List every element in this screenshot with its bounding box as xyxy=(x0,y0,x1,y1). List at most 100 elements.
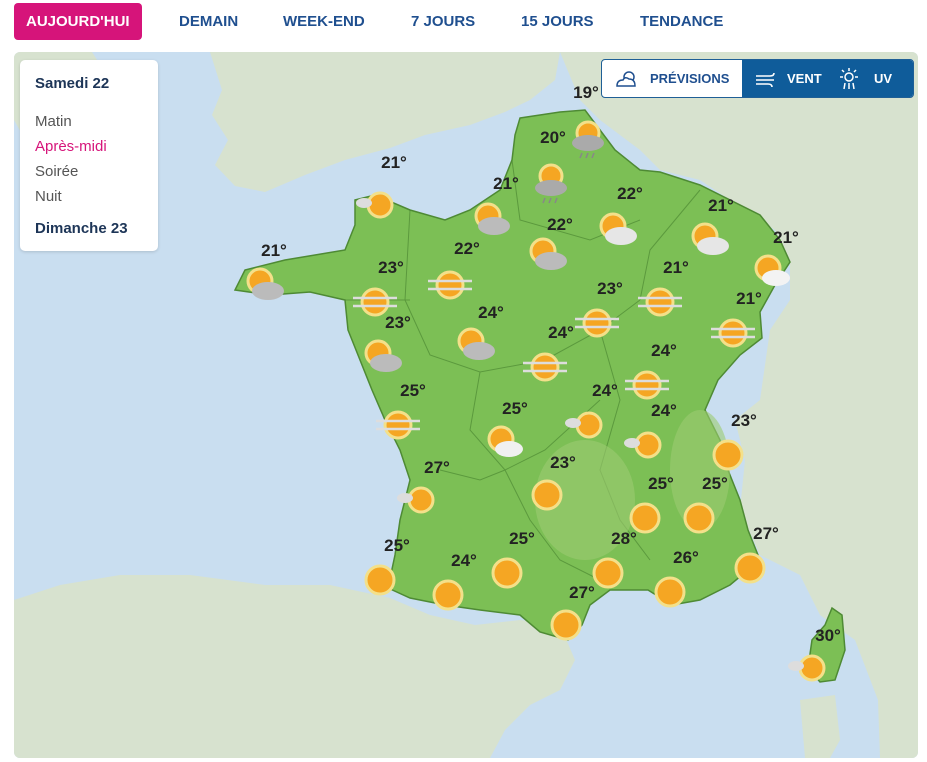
city-marker[interactable]: 22° xyxy=(428,239,480,300)
sun-small-cloud-icon xyxy=(397,486,435,514)
sun-icon xyxy=(364,564,396,596)
city-temp: 24° xyxy=(451,551,477,570)
period-nuit[interactable]: Nuit xyxy=(35,188,62,205)
sun-cloud-icon xyxy=(364,339,402,372)
tab-week-end[interactable]: WEEK-END xyxy=(283,3,365,40)
tab-7-jours[interactable]: 7 JOURS xyxy=(411,3,475,40)
city-marker[interactable]: 25° xyxy=(683,474,728,534)
city-marker[interactable]: 23° xyxy=(712,411,757,471)
sun-icon xyxy=(432,579,464,611)
city-marker[interactable]: 24° xyxy=(624,401,677,459)
sun-cloud-icon xyxy=(246,267,284,300)
city-marker[interactable]: 25° xyxy=(491,529,535,589)
tab-15-jours[interactable]: 15 JOURS xyxy=(521,3,594,40)
day-label: Samedi 22 xyxy=(35,75,110,92)
sun-rays-icon xyxy=(840,68,858,90)
city-marker[interactable]: 27° xyxy=(550,583,595,641)
sun-small-cloud-icon xyxy=(356,191,394,219)
city-marker[interactable]: 25° xyxy=(364,536,410,596)
city-temp: 23° xyxy=(385,313,411,332)
city-temp: 28° xyxy=(611,529,637,548)
city-marker[interactable]: 24° xyxy=(457,303,504,360)
city-marker[interactable]: 30° xyxy=(788,626,841,682)
previsions-button[interactable]: PRÉVISIONS xyxy=(602,60,742,97)
city-marker[interactable]: 24° xyxy=(432,551,477,611)
sun-fog-icon xyxy=(523,352,567,382)
city-marker[interactable]: 23° xyxy=(575,279,623,338)
city-marker[interactable]: 21° xyxy=(356,153,407,219)
city-temp: 23° xyxy=(731,411,757,430)
city-marker[interactable]: 24° xyxy=(565,381,618,439)
sun-cloud-icon xyxy=(616,71,636,87)
city-temp: 23° xyxy=(378,258,404,277)
city-marker[interactable]: 25° xyxy=(487,399,528,457)
land-sardinia xyxy=(800,695,840,758)
city-marker[interactable]: 24° xyxy=(625,341,677,400)
city-temp: 27° xyxy=(753,524,779,543)
city-temp: 19° xyxy=(573,83,599,102)
city-marker[interactable]: 22° xyxy=(599,184,643,245)
city-temp: 25° xyxy=(702,474,728,493)
city-temp: 21° xyxy=(381,153,407,172)
city-temp: 25° xyxy=(509,529,535,548)
city-marker[interactable]: 24° xyxy=(523,323,574,382)
sun-small-cloud-icon xyxy=(565,411,603,439)
city-marker[interactable]: 23° xyxy=(353,258,404,317)
sun-icon xyxy=(734,552,766,584)
uv-button[interactable]: UV xyxy=(830,60,913,97)
city-marker[interactable]: 26° xyxy=(654,548,699,608)
city-marker[interactable]: 21° xyxy=(754,228,799,286)
city-temp: 24° xyxy=(592,381,618,400)
city-temp: 23° xyxy=(597,279,623,298)
city-marker[interactable]: 21° xyxy=(474,174,519,235)
period-soiree[interactable]: Soirée xyxy=(35,163,78,180)
sun-fog-icon xyxy=(711,318,755,348)
city-marker[interactable]: 19° xyxy=(572,83,604,159)
city-temp: 25° xyxy=(648,474,674,493)
city-marker[interactable]: 21° xyxy=(711,289,762,348)
city-temp: 22° xyxy=(617,184,643,203)
city-temp: 21° xyxy=(773,228,799,247)
sun-icon xyxy=(654,576,686,608)
sun-icon xyxy=(531,479,563,511)
city-marker[interactable]: 27° xyxy=(734,524,779,584)
layer-toggle: PRÉVISIONS VENT UV xyxy=(601,59,914,98)
city-marker[interactable]: 21° xyxy=(638,258,689,317)
tab-tendance[interactable]: TENDANCE xyxy=(640,3,723,40)
city-marker[interactable]: 20° xyxy=(535,128,567,204)
sun-cloud-icon xyxy=(599,212,637,245)
city-marker[interactable]: 21° xyxy=(691,196,734,255)
day-label-next[interactable]: Dimanche 23 xyxy=(35,220,128,237)
sun-small-cloud-icon xyxy=(788,654,826,682)
tab-demain[interactable]: DEMAIN xyxy=(179,3,238,40)
sun-icon xyxy=(683,502,715,534)
city-temp: 24° xyxy=(651,341,677,360)
tab-aujourdhui[interactable]: AUJOURD'HUI xyxy=(14,3,142,40)
city-temp: 25° xyxy=(502,399,528,418)
city-marker[interactable]: 25° xyxy=(376,381,426,440)
sun-cloud-rain-icon xyxy=(535,163,567,204)
city-marker[interactable]: 27° xyxy=(397,458,450,514)
sun-cloud-icon xyxy=(529,237,567,270)
wind-icon xyxy=(756,72,775,88)
sun-fog-icon xyxy=(575,308,619,338)
sun-fog-icon xyxy=(376,410,420,440)
period-apres-midi[interactable]: Après-midi xyxy=(35,138,107,155)
city-temp: 25° xyxy=(384,536,410,555)
forecast-tabs: AUJOURD'HUI DEMAIN WEEK-END 7 JOURS 15 J… xyxy=(14,3,914,40)
period-matin[interactable]: Matin xyxy=(35,113,72,130)
sun-small-cloud-icon xyxy=(624,431,662,459)
city-temp: 21° xyxy=(261,241,287,260)
city-marker[interactable]: 23° xyxy=(531,453,576,511)
city-temp: 25° xyxy=(400,381,426,400)
city-temp: 21° xyxy=(736,289,762,308)
vent-label: VENT xyxy=(787,71,822,86)
city-temp: 22° xyxy=(454,239,480,258)
city-marker[interactable]: 23° xyxy=(364,313,411,372)
city-marker[interactable]: 21° xyxy=(246,241,287,300)
city-temp: 20° xyxy=(540,128,566,147)
vent-button[interactable]: VENT xyxy=(742,60,830,97)
city-marker[interactable]: 22° xyxy=(529,215,573,270)
city-marker[interactable]: 25° xyxy=(629,474,674,534)
city-marker[interactable]: 28° xyxy=(592,529,637,589)
